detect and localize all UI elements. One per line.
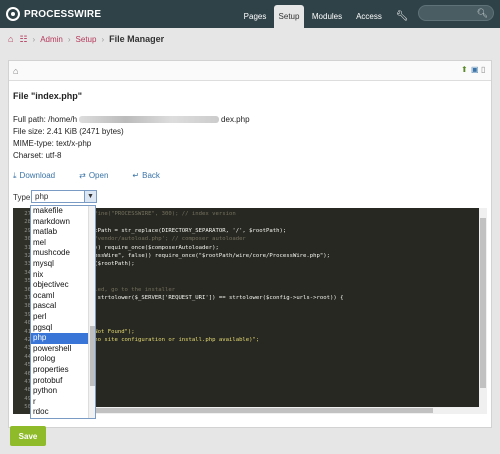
- line-number: 33: [24, 261, 31, 268]
- line-number: 43: [24, 345, 31, 352]
- type-dropdown-list[interactable]: makefile markdown matlab mel mushcode mysql ni…: [30, 205, 96, 419]
- line-number: 38: [24, 303, 31, 310]
- type-option[interactable]: pgsql: [31, 323, 95, 334]
- type-option[interactable]: python: [31, 386, 95, 397]
- wrench-icon[interactable]: 🔧︎: [392, 5, 412, 28]
- type-option[interactable]: php: [31, 333, 95, 344]
- breadcrumb-separator: ›: [67, 34, 71, 44]
- search-icon: 🔍︎: [476, 8, 488, 18]
- line-number: 37: [24, 295, 31, 301]
- sitemap-icon[interactable]: ☷: [19, 34, 27, 45]
- redacted-path: [79, 116, 220, 124]
- page-title: File Manager: [109, 34, 165, 44]
- type-label: Type:: [13, 193, 33, 202]
- search-input[interactable]: 🔍︎: [418, 5, 494, 21]
- type-option[interactable]: mushcode: [31, 248, 95, 259]
- type-option[interactable]: rhtml: [31, 418, 95, 419]
- editor-horizontal-scrollbar[interactable]: [33, 407, 479, 414]
- line-number: 46: [24, 370, 31, 377]
- line-number: 40: [24, 320, 31, 327]
- type-option[interactable]: protobuf: [31, 376, 95, 387]
- line-number: 30: [24, 236, 31, 243]
- add-folder-icon[interactable]: ▣: [471, 65, 479, 74]
- breadcrumb-separator: ›: [101, 34, 105, 44]
- type-option[interactable]: rdoc: [31, 407, 95, 418]
- line-number: 49: [24, 395, 31, 402]
- nav-pages[interactable]: Pages: [236, 5, 274, 28]
- type-option[interactable]: markdown: [31, 217, 95, 228]
- line-number: 32: [24, 253, 31, 259]
- type-option[interactable]: mysql: [31, 259, 95, 270]
- type-option[interactable]: prolog: [31, 354, 95, 365]
- line-number: 50: [24, 404, 31, 411]
- type-option[interactable]: objectivec: [31, 280, 95, 291]
- breadcrumb: ⌂ ☷ › Admin › Setup › File Manager: [0, 28, 500, 50]
- file-size: File size: 2.41 KiB (2471 bytes): [13, 127, 124, 136]
- nav-setup[interactable]: Setup: [274, 5, 304, 28]
- line-number: 42: [24, 337, 31, 343]
- file-actions: ⤓ Download ⇄ Open ↵ Back: [13, 171, 184, 181]
- breadcrumb-admin[interactable]: Admin: [40, 35, 63, 44]
- open-link[interactable]: ⇄ Open: [79, 171, 120, 181]
- card-header: ⌂ ⬆ ▣ ▯: [9, 61, 491, 81]
- home-icon[interactable]: ⌂: [8, 34, 13, 44]
- processwire-logo-icon: [6, 7, 20, 21]
- type-option[interactable]: matlab: [31, 227, 95, 238]
- line-number: 27: [24, 211, 31, 217]
- breadcrumb-separator: ›: [32, 34, 36, 44]
- line-number: 47: [24, 379, 31, 385]
- type-option[interactable]: mel: [31, 238, 95, 249]
- mime-type: MIME-type: text/x-php: [13, 139, 92, 148]
- back-link[interactable]: ↵ Back: [132, 171, 172, 181]
- type-option[interactable]: nix: [31, 270, 95, 281]
- type-option[interactable]: properties: [31, 365, 95, 376]
- save-button[interactable]: Save: [10, 426, 46, 446]
- nav-modules[interactable]: Modules: [306, 5, 348, 28]
- chevron-down-icon[interactable]: ▼: [84, 191, 96, 202]
- back-icon: ↵: [132, 171, 140, 180]
- full-path: Full path: /home/h dex.php: [13, 115, 250, 124]
- line-number: 31: [24, 244, 31, 251]
- breadcrumb-setup[interactable]: Setup: [76, 35, 97, 44]
- line-number: 41: [24, 328, 31, 335]
- type-select-value: php: [35, 192, 49, 201]
- type-option[interactable]: r: [31, 397, 95, 408]
- editor-vertical-scrollbar[interactable]: [479, 208, 487, 414]
- line-number: 48: [24, 387, 31, 394]
- type-select[interactable]: php ▼: [31, 190, 97, 203]
- type-option[interactable]: perl: [31, 312, 95, 323]
- line-number: 39: [24, 311, 31, 318]
- download-icon: ⤓: [13, 171, 17, 180]
- top-bar: PROCESSWIRE Pages Setup Modules Access 🔧…: [0, 0, 500, 28]
- line-number: 34: [24, 269, 31, 276]
- line-number: 44: [24, 353, 31, 360]
- dropdown-scrollbar[interactable]: [88, 206, 95, 418]
- download-link[interactable]: ⤓ Download: [13, 171, 67, 181]
- upload-icon[interactable]: ⬆: [461, 65, 468, 74]
- home-icon[interactable]: ⌂: [13, 66, 18, 76]
- type-option[interactable]: powershell: [31, 344, 95, 355]
- type-option[interactable]: pascal: [31, 301, 95, 312]
- line-number: 29: [24, 227, 31, 234]
- line-number: 45: [24, 362, 31, 369]
- line-number: 36: [24, 286, 31, 293]
- line-number: 35: [24, 278, 31, 285]
- type-option[interactable]: makefile: [31, 206, 95, 217]
- file-title: File "index.php": [13, 91, 83, 101]
- brand-name: PROCESSWIRE: [24, 8, 102, 20]
- nav-access[interactable]: Access: [350, 5, 388, 28]
- charset: Charset: utf-8: [13, 151, 62, 160]
- line-number: 28: [24, 219, 31, 226]
- type-option[interactable]: ocaml: [31, 291, 95, 302]
- open-icon: ⇄: [79, 171, 86, 180]
- logo[interactable]: PROCESSWIRE: [6, 6, 101, 22]
- new-file-icon[interactable]: ▯: [481, 65, 485, 74]
